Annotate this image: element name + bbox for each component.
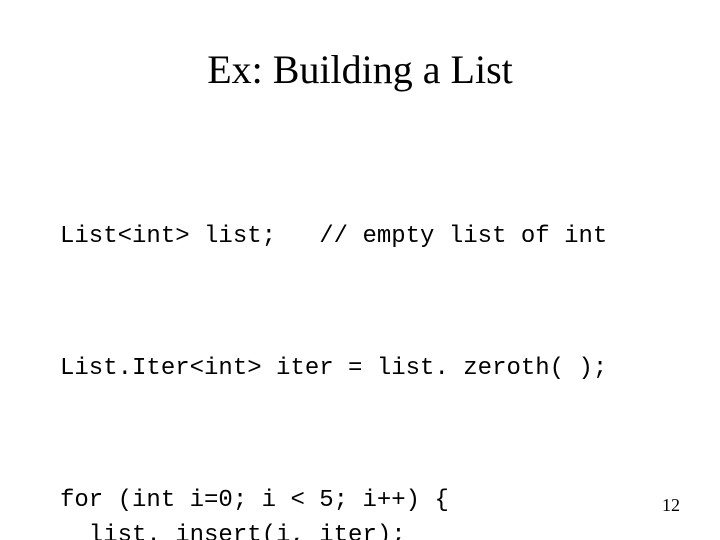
page-number: 12 — [662, 495, 680, 516]
code-body: List<int> list; // empty list of int Lis… — [60, 150, 660, 540]
code-line: for (int i=0; i < 5; i++) { — [60, 487, 449, 514]
code-block-1: List<int> list; // empty list of int — [60, 220, 660, 255]
code-line: List<int> list; // empty list of int — [60, 223, 607, 250]
code-line: list. insert(i, iter); — [60, 522, 406, 540]
code-block-3: for (int i=0; i < 5; i++) { list. insert… — [60, 484, 660, 540]
code-block-2: List.Iter<int> iter = list. zeroth( ); — [60, 352, 660, 387]
slide: Ex: Building a List List<int> list; // e… — [0, 0, 720, 540]
slide-title: Ex: Building a List — [0, 46, 720, 93]
code-line: List.Iter<int> iter = list. zeroth( ); — [60, 355, 607, 382]
